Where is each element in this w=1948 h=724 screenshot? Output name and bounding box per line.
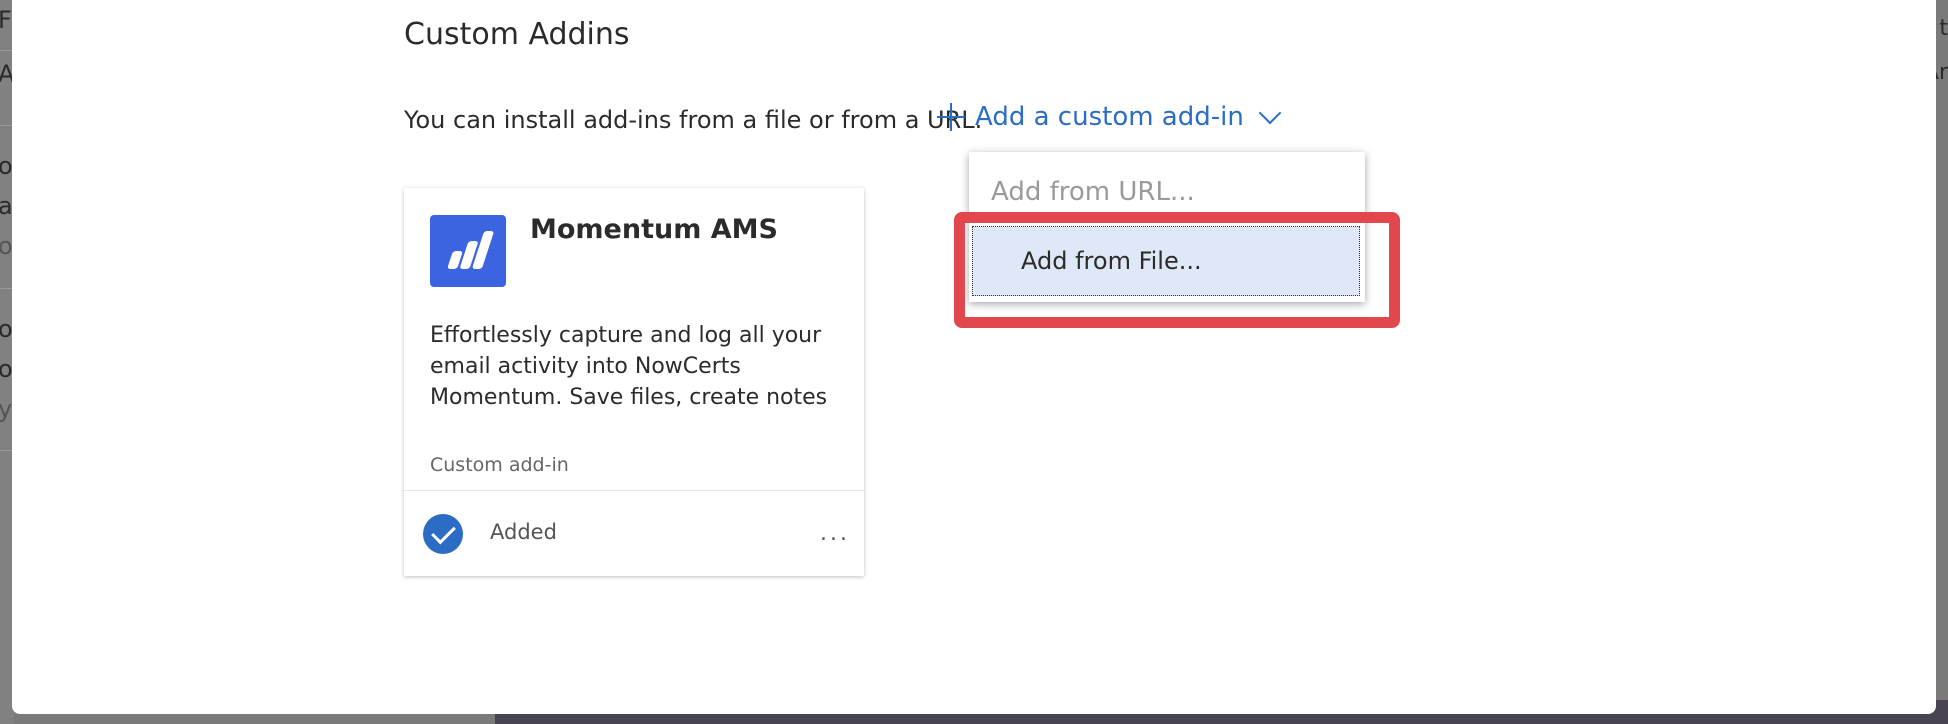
intro-text: You can install add-ins from a file or f… (404, 106, 983, 134)
menu-item-add-from-file[interactable]: Add from File... (972, 226, 1360, 296)
addin-description: Effortlessly capture and log all your em… (430, 323, 828, 410)
menu-item-add-from-file-label: Add from File... (1021, 247, 1202, 275)
addin-type-label: Custom add-in (430, 454, 569, 476)
card-divider (404, 490, 864, 491)
addin-status: Added (490, 520, 557, 544)
momentum-logo-icon (430, 215, 506, 287)
plus-icon (937, 103, 965, 131)
bg-fragment: t (1939, 16, 1948, 41)
bg-fragment: y (0, 395, 13, 423)
bg-fragment: a (0, 192, 13, 220)
addin-card[interactable]: Momentum AMS Effortlessly capture and lo… (404, 188, 864, 576)
page-title: Custom Addins (404, 17, 630, 52)
check-circle-icon (423, 514, 463, 554)
bg-fragment: o (0, 355, 13, 383)
chevron-down-icon (1258, 101, 1282, 125)
bg-fragment: F (0, 6, 12, 34)
more-options-button[interactable]: ... (814, 518, 856, 548)
addin-name: Momentum AMS (530, 214, 778, 245)
add-custom-addin-label: Add a custom add-in (975, 102, 1244, 132)
custom-addins-dialog: Custom Addins You can install add-ins fr… (12, 0, 1936, 714)
add-custom-addin-button[interactable]: Add a custom add-in (937, 101, 1282, 132)
bg-fragment: o (0, 232, 13, 260)
menu-item-add-from-url[interactable]: Add from URL... (991, 177, 1195, 207)
bg-fragment: o (0, 152, 13, 180)
bg-fragment: o (0, 315, 13, 343)
add-addin-dropdown-menu: Add from URL... Add from File... (969, 152, 1365, 302)
